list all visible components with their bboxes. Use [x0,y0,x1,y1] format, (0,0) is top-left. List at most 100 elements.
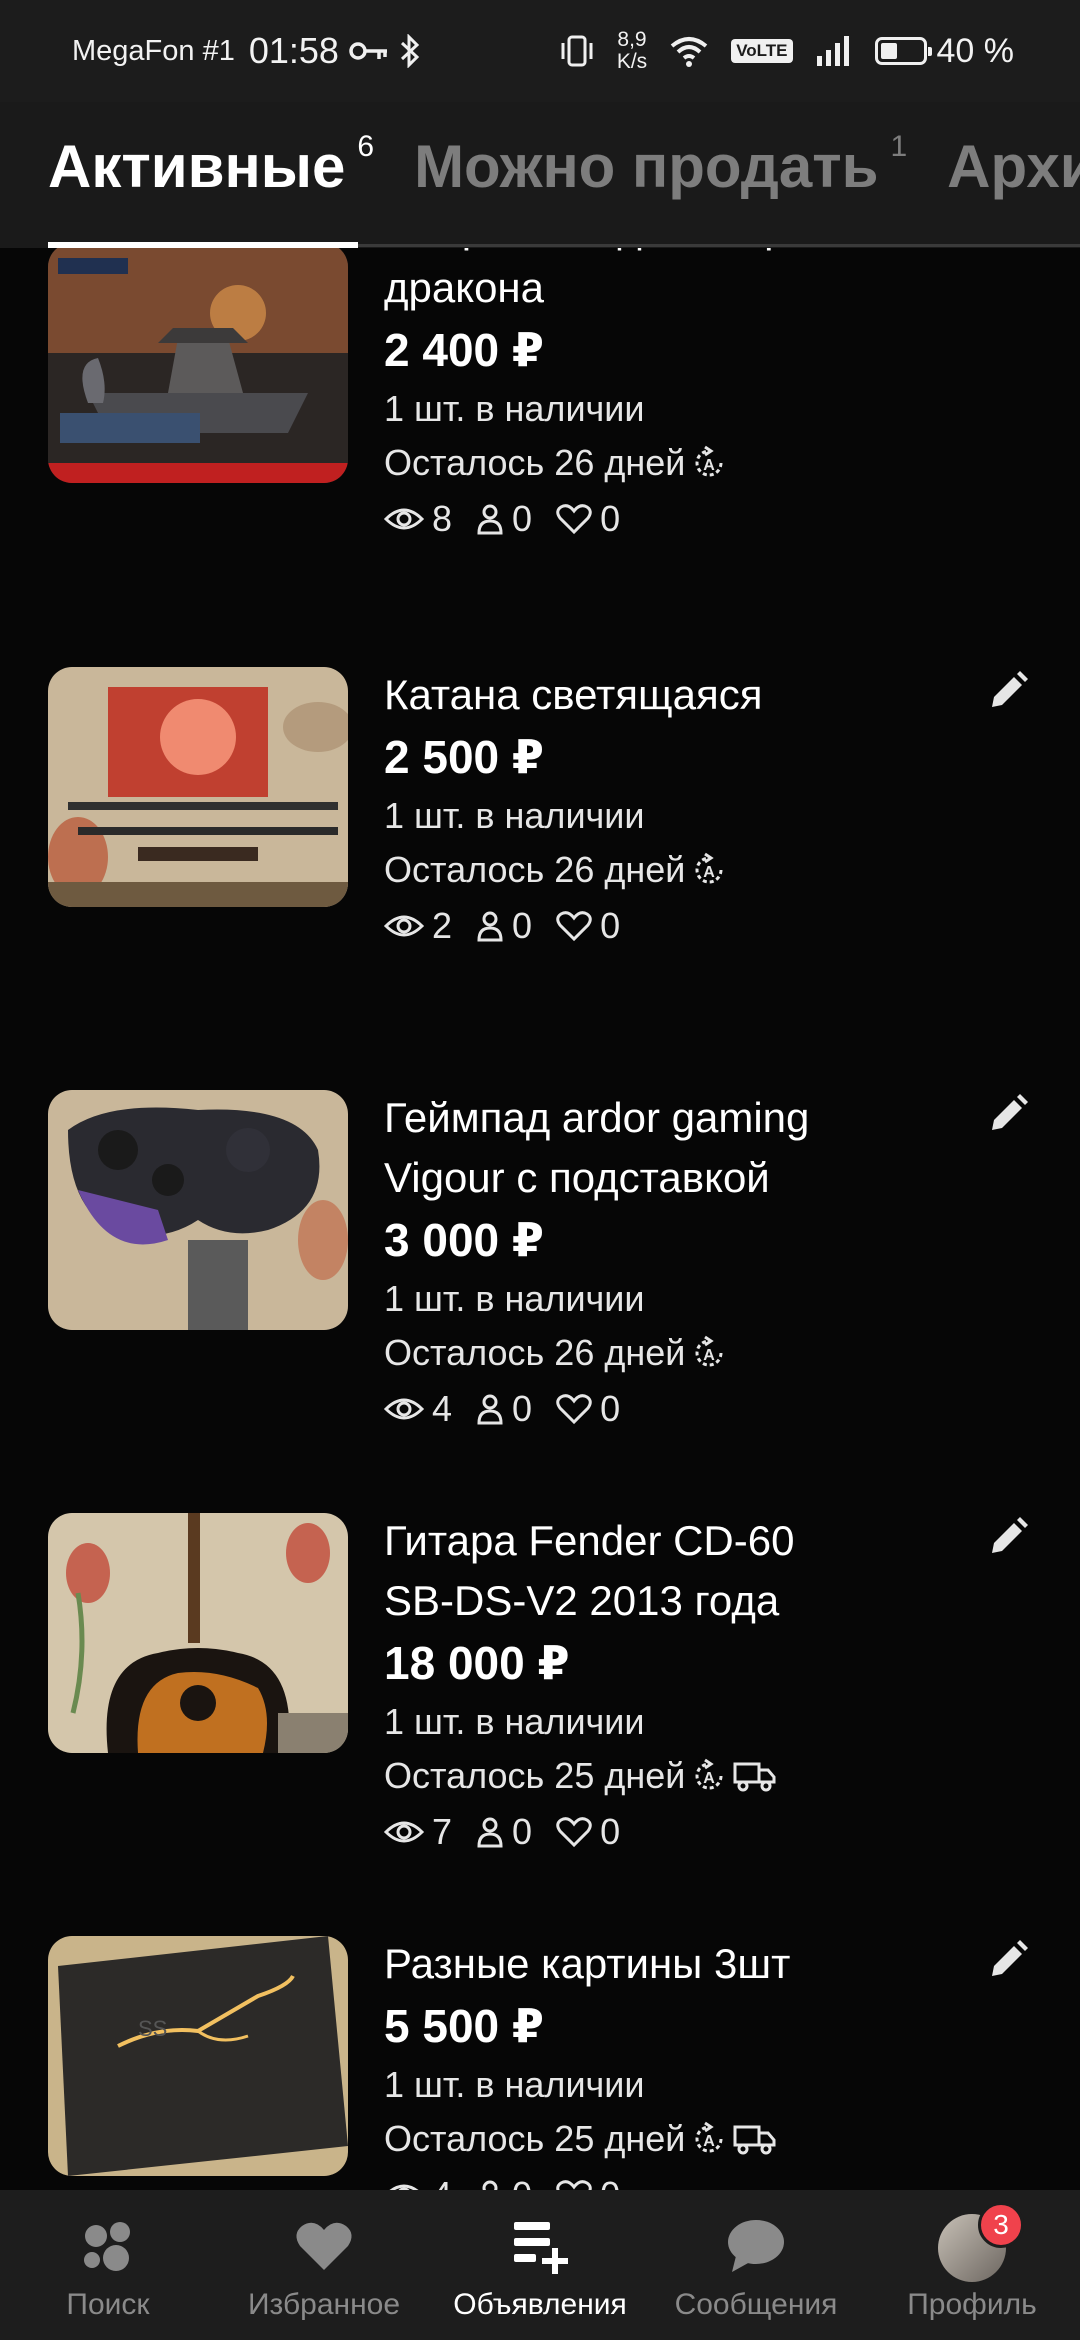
battery-indicator: 40 % [874,32,1014,71]
tabs-bar: Активные 6 Можно продать 1 Архив [0,102,1080,248]
views-stat: 4 [384,1388,452,1430]
listing-title: Катана светящаяся [384,671,763,718]
listing-item[interactable]: SS Разные картины 3шт 5 500 ₽ 1 шт. в на… [0,1934,1080,2190]
svg-text:A: A [704,2133,716,2150]
svg-text:A: A [704,457,716,474]
listing-photo[interactable] [48,667,348,907]
listing-item[interactable]: Катана светящаяся 2 500 ₽ 1 шт. в наличи… [0,665,1080,1089]
views-count: 2 [432,905,453,946]
nav-profile[interactable]: 3 Профиль [864,2190,1080,2340]
svg-text:A: A [704,1347,716,1364]
vibrate-icon [561,35,593,67]
listing-stats: 2 0 0 [384,905,964,947]
status-left: MegaFon #1 01:58 [72,30,421,72]
search-dots-icon [84,2222,130,2271]
listing-stock: 1 шт. в наличии [384,2064,645,2105]
listings-list[interactable]: Сборная модель корабля дракона 2 400 ₽ 1… [0,248,1080,2190]
nav-favorites[interactable]: Избранное [216,2190,432,2340]
pencil-icon[interactable] [986,1938,1030,1982]
views-count: 4 [432,2174,452,2190]
person-icon [477,504,503,535]
views-stat: 8 [384,498,452,540]
listing-photo[interactable] [48,1090,348,1330]
status-bar: MegaFon #1 01:58 8,9 K/s VoLTE 40 % [0,0,1080,102]
listing-stats: 4 0 0 [384,1388,964,1430]
favorites-count: 0 [600,905,621,946]
network-speed: 8,9 K/s [617,29,647,73]
favorites-stat: 0 [556,1811,620,1853]
listing-title-line2: Vigour с подставкой [384,1154,770,1201]
listing-stock: 1 шт. в наличии [384,795,645,836]
add-listing-icon [514,2222,568,2274]
heart-icon [296,2222,352,2270]
listing-photo[interactable] [48,248,348,483]
tab-archive[interactable]: Архив [947,132,1080,201]
heart-icon [556,2180,592,2190]
contacts-stat: 0 [476,1388,532,1430]
person-icon [477,1817,503,1848]
listing-days-text: Осталось 26 дней [384,849,686,890]
pencil-icon[interactable] [986,669,1030,713]
nav-search[interactable]: Поиск [0,2190,216,2340]
listing-item[interactable]: Сборная модель корабля дракона 2 400 ₽ 1… [0,248,1080,622]
listing-days-text: Осталось 25 дней [384,1755,686,1796]
listing-price: 2 500 ₽ [384,731,544,783]
contacts-stat: 0 [476,498,532,540]
favorites-stat: 0 [556,1388,620,1430]
chat-bubble-icon [728,2220,784,2272]
katana-image [48,667,348,907]
listing-price: 5 500 ₽ [384,2000,544,2052]
person-icon [477,911,503,942]
listing-stock: 1 шт. в наличии [384,388,645,429]
guitar-image [48,1513,348,1753]
contacts-stat: 0 [476,905,532,947]
status-right: 8,9 K/s VoLTE 40 % [559,29,1014,73]
listing-days-left: Осталось 26 дней A [384,436,964,490]
listing-info: Геймпад ardor gaming Vigour с подставкой… [384,1088,964,1430]
auto-renew-icon: A [695,852,723,884]
status-time: 01:58 [248,30,339,71]
network-speed-value: 8,9 [617,28,647,51]
listing-item[interactable]: Гитара Fender CD-60 SB-DS-V2 2013 года 1… [0,1511,1080,1935]
tab-active[interactable]: Активные 6 [48,132,374,201]
favorites-stat: 0 [556,2174,620,2190]
listing-item[interactable]: Геймпад ardor gaming Vigour с подставкой… [0,1088,1080,1512]
svg-text:A: A [704,864,716,881]
notification-badge: 3 [978,2202,1024,2248]
listing-info: Разные картины 3шт 5 500 ₽ 1 шт. в налич… [384,1934,964,2190]
listing-days-left: Осталось 26 дней A [384,843,964,897]
favorites-count: 0 [600,498,621,539]
auto-renew-icon: A [695,445,723,477]
nav-messages[interactable]: Сообщения [648,2190,864,2340]
listing-photo[interactable] [48,1513,348,1753]
tab-can-sell[interactable]: Можно продать 1 [414,132,907,201]
network-speed-unit: K/s [616,50,648,73]
contacts-count: 0 [512,1388,533,1429]
nav-ads[interactable]: Объявления [432,2190,648,2340]
eye-icon [384,915,424,937]
person-icon [482,2180,498,2190]
nav-favorites-label: Избранное [247,2288,401,2321]
listing-stats: 4 0 0 [384,2174,964,2190]
listing-photo[interactable]: SS [48,1936,348,2176]
listing-stock: 1 шт. в наличии [384,1278,645,1319]
pencil-icon[interactable] [986,1092,1030,1136]
contacts-count: 0 [512,498,533,539]
gamepad-image [48,1090,348,1330]
volte-badge: VoLTE [731,39,793,63]
delivery-truck-icon [733,1762,776,1792]
listing-title: Сборная модель корабля [384,248,964,258]
tab-can-sell-count: 1 [890,130,908,163]
auto-renew-icon: A [695,2121,723,2153]
heart-icon [556,1817,592,1848]
nav-ads-label: Объявления [453,2288,627,2321]
favorites-count: 0 [600,2174,620,2190]
listing-title-line2: SB-DS-V2 2013 года [384,1577,780,1624]
pencil-icon[interactable] [986,1515,1030,1559]
tab-can-sell-label: Можно продать [414,133,879,200]
eye-icon [384,508,424,530]
listing-days-left: Осталось 25 дней A [384,2112,964,2166]
carrier-name: MegaFon #1 [72,34,235,67]
signal-icon [816,36,849,66]
listing-days-left: Осталось 25 дней A [384,1749,964,1803]
